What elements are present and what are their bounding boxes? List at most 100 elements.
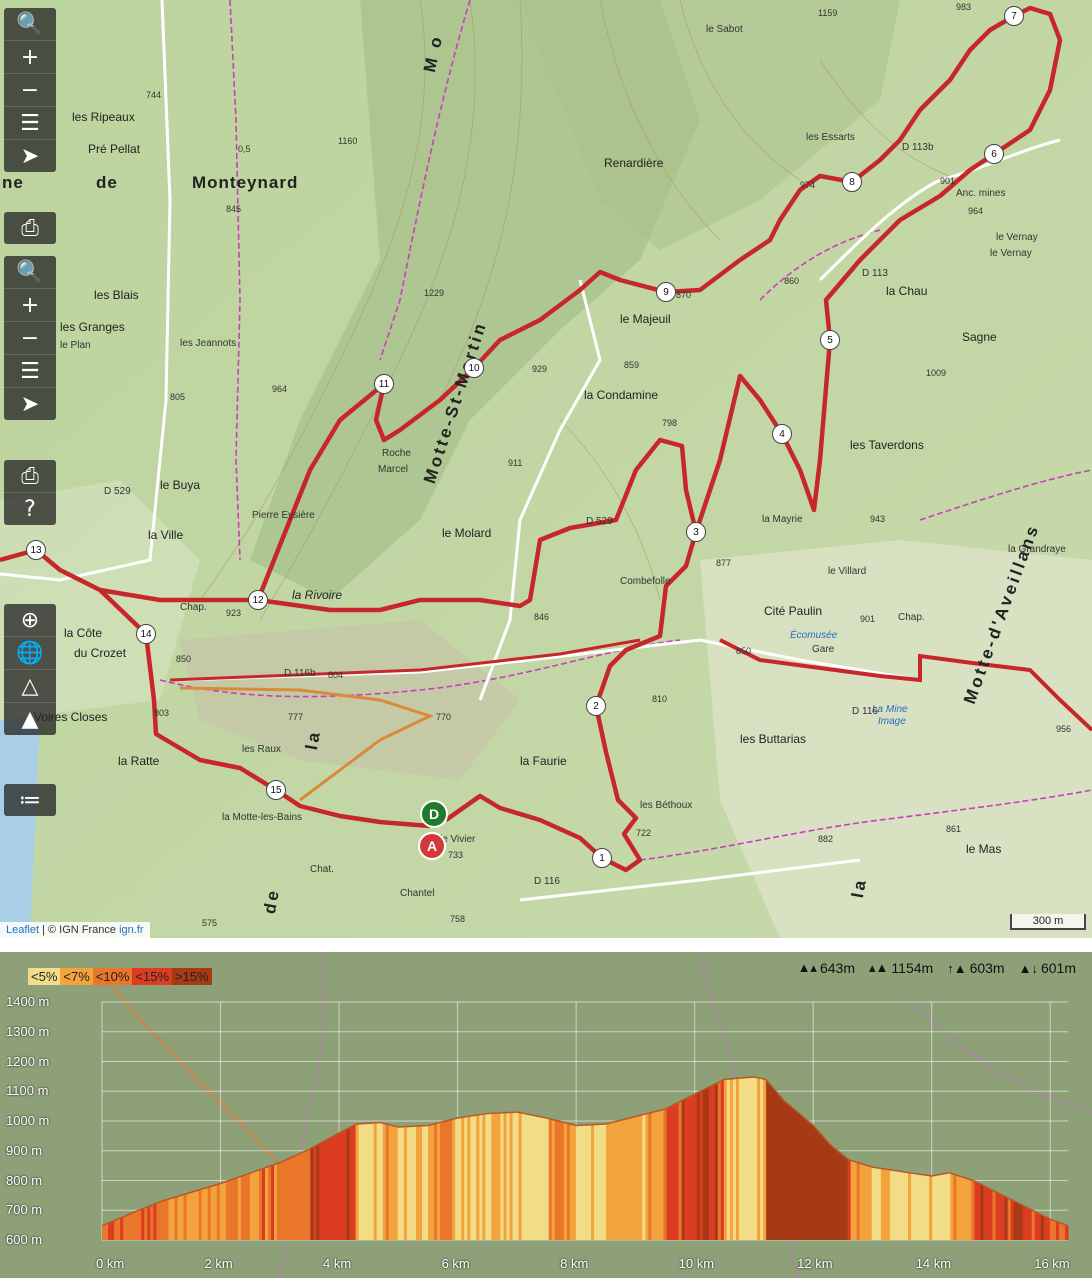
locate-icon-2[interactable]: ➤: [4, 388, 56, 420]
help-icon[interactable]: ?: [4, 493, 56, 525]
profile-slope-segment: [358, 1123, 363, 1240]
mountain-max-icon: ▴▲: [869, 960, 889, 975]
layers-icon-2[interactable]: ☰: [4, 355, 56, 388]
waypoint-marker-6[interactable]: 6: [984, 144, 1004, 164]
profile-slope-segment: [476, 1114, 480, 1240]
profile-slope-segment: [153, 1203, 157, 1240]
profile-slope-segment: [965, 1177, 969, 1240]
waypoint-marker-14[interactable]: 14: [136, 624, 156, 644]
map-canvas[interactable]: [0, 0, 1092, 938]
route-draw-icon[interactable]: △: [4, 670, 56, 703]
place-label-d116: D 116: [534, 876, 560, 887]
profile-stat: ▲↓ 601m: [1019, 960, 1076, 976]
profile-slope-segment: [572, 1124, 577, 1240]
elevation-profile[interactable]: <5% <7% <10% <15% >15% ▲▴ 643m ▴▲ 1154m ↑▲ 603m ▲↓…: [0, 952, 1092, 1278]
zoom-out-icon[interactable]: −: [4, 74, 56, 107]
waypoint-marker-2[interactable]: 2: [586, 696, 606, 716]
waypoint-marker-13[interactable]: 13: [26, 540, 46, 560]
x-tick-label: 0 km: [96, 1256, 125, 1271]
crosshair-icon[interactable]: ⊕: [4, 604, 56, 637]
place-label-chat: Chat.: [310, 864, 334, 875]
zoom-in-icon-2[interactable]: +: [4, 289, 56, 322]
waypoint-marker-10[interactable]: 10: [464, 358, 484, 378]
zoom-search-icon[interactable]: 🔍: [4, 8, 56, 41]
elevation-label: 845: [226, 204, 242, 214]
globe-icon[interactable]: 🌐: [4, 637, 56, 670]
profile-slope-segment: [530, 1114, 535, 1240]
profile-slope-segment: [243, 1174, 248, 1240]
profile-slope-segment: [418, 1125, 423, 1240]
layers-icon[interactable]: ☰: [4, 107, 56, 140]
profile-slope-segment: [696, 1091, 701, 1240]
place-label-pierreeysiere: Pierre Eysière: [252, 510, 315, 521]
waypoint-marker-12[interactable]: 12: [248, 590, 268, 610]
profile-slope-segment: [165, 1199, 169, 1240]
profile-slope-segment: [723, 1079, 728, 1240]
profile-slope-segment: [575, 1125, 580, 1240]
profile-slope-segment: [563, 1122, 568, 1240]
profile-slope-segment: [376, 1122, 381, 1240]
waypoint-marker-1[interactable]: 1: [592, 848, 612, 868]
zoom-out-icon-2[interactable]: −: [4, 322, 56, 355]
profile-slope-segment: [784, 1100, 788, 1240]
profile-slope-segment: [189, 1191, 194, 1240]
profile-slope-segment: [636, 1115, 640, 1240]
profile-slope-segment: [434, 1123, 438, 1240]
waypoint-marker-11[interactable]: 11: [374, 374, 394, 394]
place-label-essarts: les Essarts: [806, 132, 855, 143]
elevation-label: 805: [170, 392, 186, 402]
profile-slope-segment: [171, 1197, 175, 1240]
waypoint-marker-7[interactable]: 7: [1004, 6, 1024, 26]
waypoint-marker-15[interactable]: 15: [266, 780, 286, 800]
scale-bar: 300 m: [1010, 914, 1086, 930]
zoom-search-icon-2[interactable]: 🔍: [4, 256, 56, 289]
profile-slope-segment: [298, 1152, 302, 1240]
profile-slope-segment: [557, 1120, 562, 1240]
print-icon[interactable]: ⎙: [4, 212, 56, 244]
elevation-label: 770: [436, 712, 452, 722]
y-tick-label: 1300 m: [6, 1023, 50, 1039]
profile-slope-segment: [751, 1076, 755, 1240]
waypoint-marker-4[interactable]: 4: [772, 424, 792, 444]
profile-slope-segment: [470, 1115, 474, 1240]
profile-slope-segment: [600, 1124, 604, 1240]
waypoint-marker-5[interactable]: 5: [820, 330, 840, 350]
profile-slope-segment: [412, 1126, 417, 1240]
profile-slope-segment: [295, 1154, 299, 1240]
topo-map[interactable]: Monteynard de ne les Ripeaux Pré Pellat les B…: [0, 0, 1092, 938]
elevation-chart-icon[interactable]: ≔: [4, 784, 56, 816]
profile-slope-segment: [971, 1179, 975, 1240]
profile-slope-segment: [672, 1103, 677, 1240]
profile-slope-segment: [222, 1181, 227, 1240]
print-icon-2[interactable]: ⎙: [4, 460, 56, 493]
locate-icon[interactable]: ➤: [4, 140, 56, 172]
start-pin[interactable]: D: [420, 800, 448, 828]
profile-slope-segment: [735, 1078, 740, 1240]
slope-legend-item: <10%: [92, 968, 133, 985]
leaflet-link[interactable]: Leaflet: [6, 924, 39, 936]
profile-slope-segment: [488, 1113, 492, 1240]
waypoint-marker-9[interactable]: 9: [656, 282, 676, 302]
waypoint-marker-8[interactable]: 8: [842, 172, 862, 192]
elevation-label: 0,5: [238, 144, 251, 154]
profile-slope-segment: [452, 1118, 456, 1240]
profile-slope-segment: [754, 1076, 758, 1240]
ign-link[interactable]: ign.fr: [119, 924, 143, 936]
profile-slope-segment: [225, 1180, 230, 1240]
waypoint-marker-3[interactable]: 3: [686, 522, 706, 542]
elevation-label: 1159: [818, 8, 838, 18]
profile-slope-segment: [446, 1120, 450, 1240]
route-edit-icon[interactable]: ▲: [4, 703, 56, 735]
profile-slope-segment: [669, 1105, 674, 1240]
place-label-chantel: Chantel: [400, 888, 435, 899]
profile-chart[interactable]: [0, 952, 1092, 1278]
profile-slope-segment: [129, 1213, 133, 1240]
profile-slope-segment: [569, 1123, 574, 1240]
end-pin[interactable]: A: [418, 832, 446, 860]
profile-slope-segment: [760, 1078, 764, 1240]
place-label-crozet: du Crozet: [74, 646, 127, 660]
elevation-label: 722: [636, 828, 652, 838]
profile-slope-segment: [1061, 1223, 1066, 1240]
profile-slope-segment: [757, 1077, 761, 1240]
zoom-in-icon[interactable]: +: [4, 41, 56, 74]
